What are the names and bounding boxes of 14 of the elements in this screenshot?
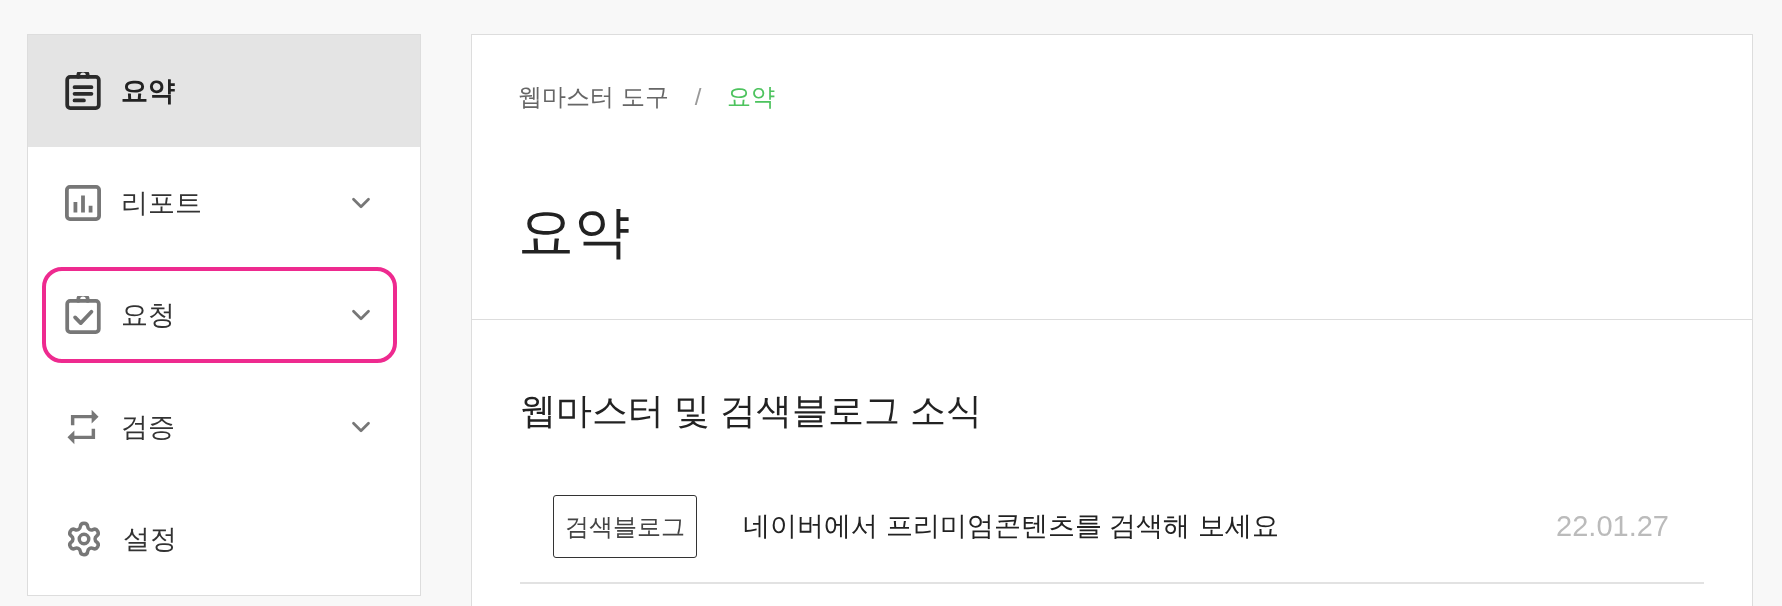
breadcrumb-link[interactable]: 웹마스터 도구 [518, 82, 669, 112]
clipboard-list-icon [65, 72, 101, 110]
sidebar-item[interactable]: 요약 [28, 35, 420, 147]
breadcrumb-current: 요약 [727, 82, 776, 112]
section-heading: 웹마스터 및 검색블로그 소식 [520, 389, 983, 433]
settings-icon [65, 520, 103, 558]
news-link[interactable]: 네이버에서 프리미엄콘텐츠를 검색해 보세요 [743, 506, 1557, 547]
bar-chart-icon [65, 185, 101, 221]
category-tag: 검색블로그 [553, 495, 697, 558]
page-title: 요약 [518, 199, 631, 265]
breadcrumb-separator: / [694, 82, 702, 112]
clipboard-check-icon [65, 296, 101, 334]
repeat-arrows-icon [65, 408, 101, 446]
news-date: 22.01.27 [1556, 508, 1669, 544]
